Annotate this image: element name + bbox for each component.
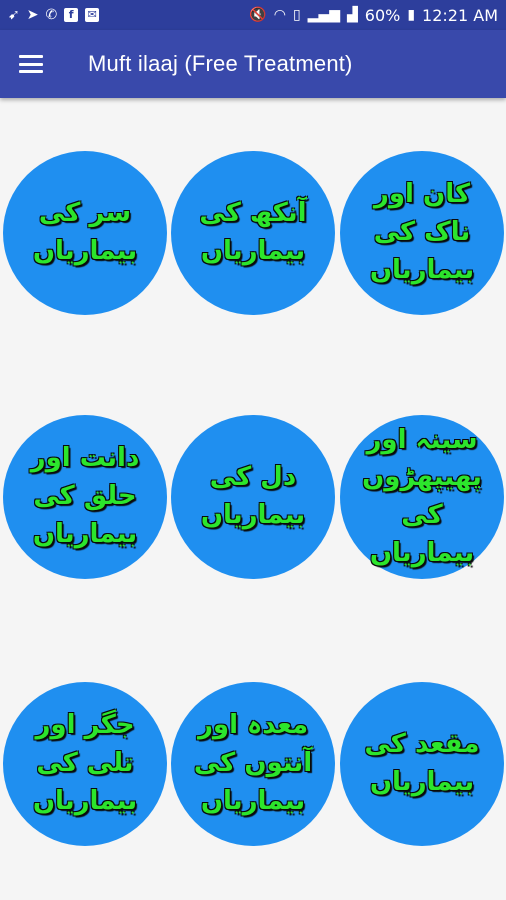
mute-icon: 🔇 — [249, 7, 267, 23]
category-label: معدہ اور آنتوں کی بیماریاں — [193, 710, 313, 816]
category-tile-stomach-intestine[interactable]: معدہ اور آنتوں کی بیماریاں — [171, 682, 335, 846]
category-label: مقعد کی بیماریاں — [364, 729, 480, 797]
signal-arrow-icon: ➹ — [8, 7, 20, 23]
wifi-icon: ◠ — [273, 7, 286, 23]
notification-icons: ➹ ➤ ✆ f ✉ — [8, 7, 100, 23]
category-tile-chest-lungs[interactable]: سینہ اور پھیپھڑوں کی بیماریاں — [340, 415, 504, 579]
category-tile-ear-nose[interactable]: کان اور ناک کی بیماریاں — [340, 151, 504, 315]
category-tile-head[interactable]: سر کی بیماریاں — [3, 151, 167, 315]
category-tile-rectum[interactable]: مقعد کی بیماریاں — [340, 682, 504, 846]
whatsapp-icon: ✆ — [45, 7, 58, 23]
category-tile-teeth-throat[interactable]: دانت اور حلق کی بیماریاں — [3, 415, 167, 579]
category-label: کان اور ناک کی بیماریاں — [369, 179, 475, 285]
category-tile-liver-spleen[interactable]: جگر اور تلی کی بیماریاں — [3, 682, 167, 846]
system-icons: 🔇 ◠ ▯ ▂▄▆ ▟ 60% ▮ 12:21 AM — [249, 6, 498, 25]
facebook-icon: f — [64, 8, 79, 22]
battery-icon: ▮ — [407, 7, 416, 23]
category-tile-heart[interactable]: دل کی بیماریاں — [171, 415, 335, 579]
category-label: سینہ اور پھیپھڑوں کی بیماریاں — [362, 424, 482, 568]
email-icon: ✉ — [85, 8, 100, 22]
send-icon: ➤ — [26, 7, 39, 23]
signal-icon: ▂▄▆ — [307, 7, 340, 23]
hamburger-icon — [19, 55, 43, 73]
app-toolbar: Muft ilaaj (Free Treatment) — [0, 30, 506, 98]
clock: 12:21 AM — [422, 5, 498, 25]
status-bar: ➹ ➤ ✆ f ✉ 🔇 ◠ ▯ ▂▄▆ ▟ 60% ▮ 12:21 AM — [0, 0, 506, 30]
category-label: دانت اور حلق کی بیماریاں — [30, 443, 140, 549]
category-label: جگر اور تلی کی بیماریاں — [32, 710, 138, 816]
page-title: Muft ilaaj (Free Treatment) — [88, 51, 353, 76]
signal-2-icon: ▟ — [346, 7, 358, 23]
menu-button[interactable] — [0, 30, 62, 98]
data-icon: ▯ — [292, 7, 301, 23]
category-tile-eye[interactable]: آنکھ کی بیماریاں — [171, 151, 335, 315]
category-label: دل کی بیماریاں — [200, 462, 306, 530]
category-grid: سر کی بیماریاں آنکھ کی بیماریاں کان اور … — [0, 98, 506, 900]
category-label: آنکھ کی بیماریاں — [199, 198, 307, 266]
battery-level: 60% — [364, 5, 401, 25]
category-label: سر کی بیماریاں — [32, 198, 138, 266]
